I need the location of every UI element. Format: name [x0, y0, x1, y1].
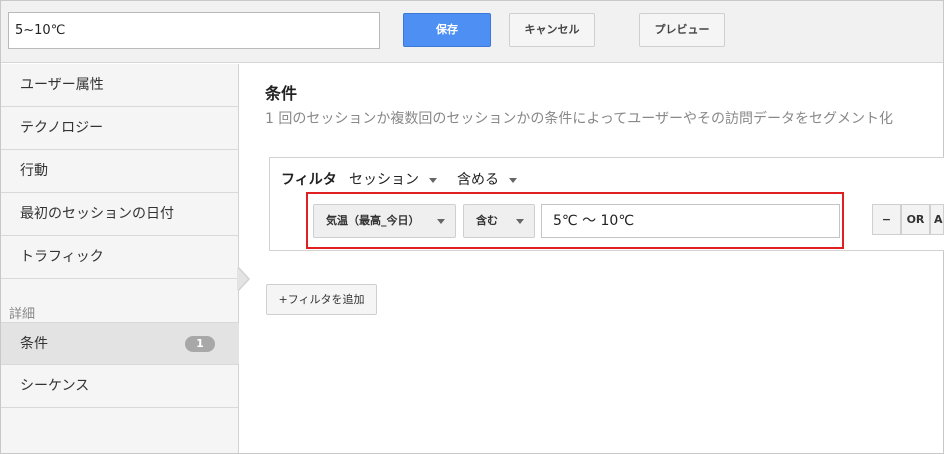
sidebar-item-sequences[interactable]: シーケンス [1, 365, 239, 408]
save-button[interactable]: 保存 [403, 13, 491, 47]
remove-condition-button[interactable]: − [872, 204, 901, 235]
or-button[interactable]: OR [901, 204, 930, 235]
chevron-down-icon [509, 177, 517, 183]
sidebar-item-label: 条件 [20, 336, 48, 352]
scope-dropdown[interactable]: セッション [349, 169, 437, 189]
and-button[interactable]: AND [930, 204, 944, 235]
chevron-down-icon [516, 219, 524, 224]
dimension-select-label: 気温（最高_今日） [326, 214, 420, 227]
selection-pointer-fill [237, 267, 248, 291]
dimension-select[interactable]: 気温（最高_今日） [313, 204, 456, 238]
chevron-down-icon [429, 177, 437, 183]
sidebar-item-demographics[interactable]: ユーザー属性 [1, 64, 239, 107]
filter-label: フィルタ [281, 172, 337, 188]
sidebar-section-advanced: 詳細 [9, 307, 36, 322]
chevron-down-icon [437, 219, 445, 224]
count-badge: 1 [185, 336, 215, 352]
page-title: 条件 [265, 84, 298, 103]
include-dropdown[interactable]: 含める [457, 169, 517, 189]
preview-button[interactable]: プレビュー [639, 13, 725, 47]
sidebar-item-technology[interactable]: テクノロジー [1, 107, 239, 150]
sidebar-item-behavior[interactable]: 行動 [1, 150, 239, 193]
page-description: 1 回のセッションか複数回のセッションかの条件によってユーザーやその訪問データを… [265, 111, 893, 127]
scope-dropdown-label: セッション [349, 172, 419, 188]
operator-select[interactable]: 含む [463, 204, 535, 238]
segment-name-input[interactable]: 5~10℃ [8, 12, 380, 49]
sidebar-item-traffic[interactable]: トラフィック [1, 236, 239, 279]
segment-sidebar: ユーザー属性 テクノロジー 行動 最初のセッションの日付 トラフィック 詳細 条… [1, 64, 239, 453]
include-dropdown-label: 含める [457, 172, 499, 188]
filter-value-input[interactable]: 5℃ 〜 10℃ [541, 204, 840, 238]
sidebar-item-conditions[interactable]: 条件 1 [1, 322, 239, 365]
add-filter-button[interactable]: +フィルタを追加 [266, 284, 377, 315]
sidebar-item-first-session-date[interactable]: 最初のセッションの日付 [1, 193, 239, 236]
cancel-button[interactable]: キャンセル [509, 13, 595, 47]
operator-select-label: 含む [476, 214, 498, 227]
